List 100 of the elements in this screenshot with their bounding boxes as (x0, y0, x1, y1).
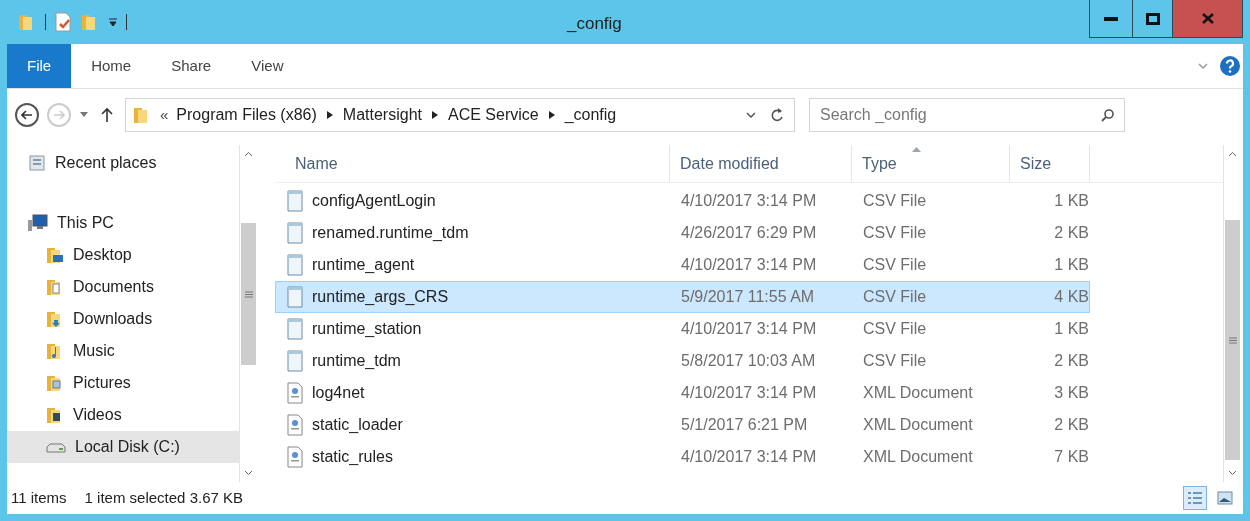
date-cell-text: 5/1/2017 6:21 PM (680, 415, 809, 435)
sidebar-item[interactable]: Recent places (7, 147, 239, 179)
scroll-thumb[interactable] (241, 223, 256, 365)
breadcrumb-item[interactable]: Program Files (x86) (176, 103, 317, 127)
breadcrumb-overflow[interactable]: « (160, 103, 169, 127)
breadcrumb-arrow-icon (325, 110, 334, 120)
breadcrumb-item[interactable]: ACE Service (447, 103, 539, 127)
column-header[interactable]: Date modified (670, 145, 852, 182)
search-icon[interactable] (1101, 108, 1115, 122)
csv-file-icon (286, 286, 304, 308)
date-cell-text: 4/10/2017 3:14 PM (680, 319, 818, 339)
dropdown-icon[interactable] (108, 17, 118, 27)
close-icon (1201, 13, 1214, 24)
ribbon-tab[interactable]: Share (151, 44, 232, 88)
date-cell-text: 4/10/2017 3:14 PM (680, 383, 818, 403)
search-field[interactable]: Search _config (809, 98, 1125, 132)
recent-locations-icon[interactable] (79, 112, 89, 118)
selection-info: 1 item selected 3.67 KB (84, 487, 243, 508)
recent-places-icon (27, 153, 47, 173)
file-row[interactable]: runtime_agent 4/10/2017 3:14 PM CSV File 1 KB (275, 249, 1090, 281)
computer-icon (27, 213, 49, 233)
sidebar-item[interactable]: Videos (7, 399, 239, 431)
ribbon-tab[interactable]: File (7, 44, 72, 88)
sidebar-item[interactable]: Documents (7, 271, 239, 303)
file-row[interactable]: configAgentLogin 4/10/2017 3:14 PM CSV File 1 KB (275, 185, 1090, 217)
file-name: runtime_station (312, 319, 422, 339)
file-name: runtime_args_CRS (312, 287, 449, 307)
file-row[interactable]: runtime_station 4/10/2017 3:14 PM CSV File 1 KB (275, 313, 1090, 345)
type-cell-text: CSV File (862, 287, 928, 307)
file-name: runtime_tdm (312, 351, 401, 371)
column-header[interactable]: Name (275, 145, 670, 182)
csv-file-icon (286, 254, 304, 276)
minimize-icon (1104, 16, 1118, 21)
file-name: static_loader (312, 415, 403, 435)
type-cell-text: CSV File (862, 223, 928, 243)
column-header[interactable]: Type (852, 145, 1010, 182)
type-cell-text: XML Document (862, 447, 974, 467)
date-cell-text: 5/8/2017 10:03 AM (680, 351, 817, 371)
sidebar-item[interactable]: This PC (7, 207, 239, 239)
file-name: runtime_agent (312, 255, 415, 275)
file-name: configAgentLogin (312, 191, 436, 211)
size-cell-text: 1 KB (1053, 191, 1089, 211)
back-button[interactable] (15, 103, 39, 127)
file-row[interactable]: log4net 4/10/2017 3:14 PM XML Document 3 KB (275, 377, 1090, 409)
breadcrumb-arrow-icon (547, 110, 556, 120)
scroll-thumb[interactable] (1225, 220, 1240, 460)
refresh-icon[interactable] (770, 107, 784, 123)
file-row[interactable]: static_loader 5/1/2017 6:21 PM XML Document 2 KB (275, 409, 1090, 441)
csv-file-icon (286, 318, 304, 340)
up-arrow-icon[interactable] (101, 107, 113, 123)
details-view-button[interactable] (1183, 486, 1207, 510)
size-cell-text: 1 KB (1053, 319, 1089, 339)
type-cell-text: CSV File (862, 351, 928, 371)
date-cell-text: 5/9/2017 11:55 AM (680, 287, 816, 307)
file-row[interactable]: static_rules 4/10/2017 3:14 PM XML Document 7 KB (275, 441, 1090, 473)
file-row[interactable]: runtime_args_CRS 5/9/2017 11:55 AM CSV File 4 KB (275, 281, 1090, 313)
properties-icon[interactable] (54, 12, 72, 32)
type-cell-text: XML Document (862, 383, 974, 403)
sidebar-item[interactable]: Pictures (7, 367, 239, 399)
size-cell-text: 4 KB (1053, 287, 1089, 307)
column-header[interactable]: Size (1010, 145, 1090, 182)
xml-file-icon (286, 382, 304, 404)
size-cell-text: 2 KB (1053, 351, 1089, 371)
size-cell-text: 2 KB (1053, 415, 1089, 435)
date-cell-text: 4/10/2017 3:14 PM (680, 191, 818, 211)
address-bar[interactable]: « Program Files (x86) Mattersight ACE Service _config (125, 98, 795, 132)
details-list-icon[interactable] (1187, 491, 1203, 505)
size-cell-text: 1 KB (1053, 255, 1089, 275)
size-cell-text: 7 KB (1053, 447, 1089, 467)
large-icons-icon[interactable] (1217, 491, 1233, 505)
file-row[interactable]: renamed.runtime_tdm 4/26/2017 6:29 PM CSV File 2 KB (275, 217, 1090, 249)
type-cell-text: CSV File (862, 255, 928, 275)
date-cell-text: 4/10/2017 3:14 PM (680, 447, 818, 467)
minimize-button[interactable] (1089, 0, 1133, 38)
csv-file-icon (286, 222, 304, 244)
breadcrumb-arrow-icon (430, 110, 439, 120)
type-cell-text: CSV File (862, 319, 928, 339)
sidebar-item[interactable]: Local Disk (C:) (7, 431, 239, 463)
chevron-down-icon[interactable] (746, 112, 756, 118)
desktop-folder-icon (45, 245, 65, 265)
ribbon-tab[interactable]: Home (71, 44, 152, 88)
size-cell-text: 3 KB (1053, 383, 1089, 403)
help-icon[interactable] (1219, 55, 1241, 77)
breadcrumb-item[interactable]: Mattersight (342, 103, 422, 127)
back-arrow-icon[interactable] (21, 110, 33, 120)
size-cell-text: 2 KB (1053, 223, 1089, 243)
file-row[interactable]: runtime_tdm 5/8/2017 10:03 AM CSV File 2 KB (275, 345, 1090, 377)
file-name: renamed.runtime_tdm (312, 223, 469, 243)
csv-file-icon (286, 350, 304, 372)
file-name: static_rules (312, 447, 393, 467)
window-title: _config (567, 13, 622, 35)
date-cell-text: 4/10/2017 3:14 PM (680, 255, 818, 275)
breadcrumb-item[interactable]: _config (564, 103, 617, 127)
expand-ribbon-icon[interactable] (1197, 62, 1209, 70)
sidebar-item[interactable]: Music (7, 335, 239, 367)
file-name: log4net (312, 383, 365, 403)
ribbon-tab[interactable]: View (231, 44, 304, 88)
sidebar-item[interactable]: Downloads (7, 303, 239, 335)
date-cell-text: 4/26/2017 6:29 PM (680, 223, 818, 243)
sidebar-item[interactable]: Desktop (7, 239, 239, 271)
